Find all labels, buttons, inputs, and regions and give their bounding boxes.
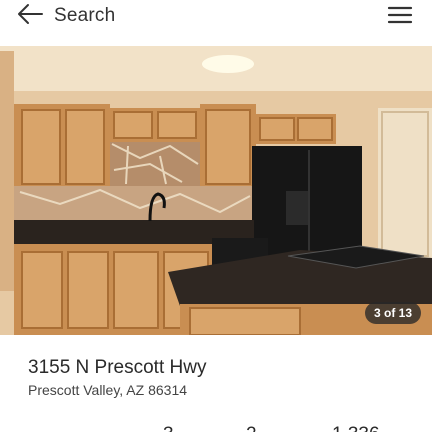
photo-counter-badge: 3 of 13	[365, 302, 422, 324]
sqft-value: 1,336	[332, 424, 380, 432]
back-button[interactable]: Search	[16, 2, 115, 30]
hamburger-menu-icon	[386, 6, 414, 29]
listing-photo[interactable]: 3 of 13	[0, 46, 432, 335]
listing-address: 3155 N Prescott Hwy	[28, 357, 207, 378]
top-bar: Search	[0, 0, 432, 46]
listing-stats: 3 2 1,336	[0, 424, 432, 432]
kitchen-photo-illustration	[0, 46, 432, 335]
arrow-left-icon	[16, 3, 44, 30]
menu-button[interactable]	[386, 5, 414, 25]
back-label: Search	[54, 5, 116, 26]
baths-value: 2	[246, 424, 257, 432]
listing-city-state-zip: Prescott Valley, AZ 86314	[28, 382, 188, 398]
beds-value: 3	[163, 424, 174, 432]
